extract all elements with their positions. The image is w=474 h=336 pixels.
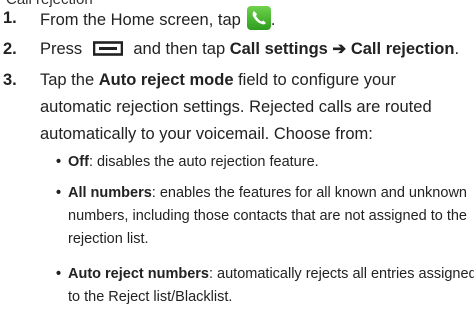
option-term: All numbers [68, 185, 152, 201]
call-rejection-label: Call rejection [350, 40, 455, 58]
call-settings-label: Call settings [229, 40, 328, 58]
step-number: 1. [3, 9, 17, 27]
option-term: Off [68, 154, 89, 170]
step-number: 3. [3, 71, 17, 89]
phone-app-icon [246, 6, 271, 30]
step-text: From the Home screen, tap [40, 11, 241, 29]
step-text: and then tap [133, 40, 226, 58]
auto-reject-mode-label: Auto reject mode [98, 71, 234, 89]
arrow-icon: ➔ [332, 40, 347, 58]
option-line: numbers, including those contacts that a… [68, 208, 467, 224]
step-3-line: automatic rejection settings. Rejected c… [40, 98, 432, 116]
option-line: rejection list. [68, 231, 149, 247]
step-text: Press [40, 40, 83, 58]
menu-key-icon [92, 41, 123, 56]
option-line: to the Reject list/Blacklist. [68, 289, 233, 305]
step-3-line: automatically to your voicemail. Choose … [40, 125, 373, 143]
option-term: Auto reject numbers [68, 266, 209, 282]
step-number: 2. [3, 40, 17, 58]
